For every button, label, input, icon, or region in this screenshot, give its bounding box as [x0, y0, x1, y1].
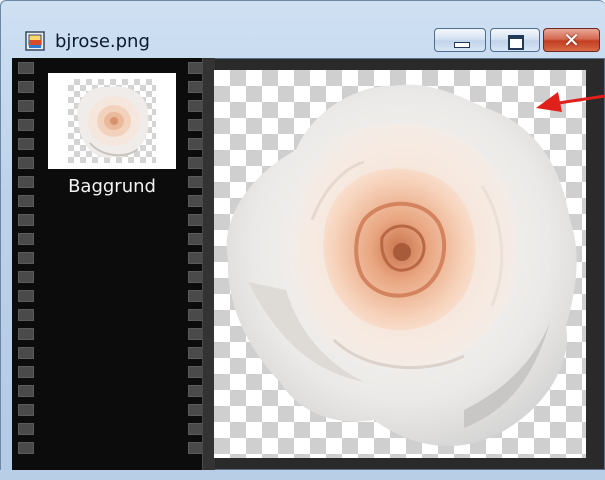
close-button[interactable]: ✕ [543, 28, 600, 52]
film-perforation [18, 138, 34, 150]
image-file-icon [25, 31, 45, 51]
film-perforation [18, 100, 34, 112]
film-perforation [18, 176, 34, 188]
window-bottom-edge [0, 470, 605, 480]
film-perforation [18, 404, 34, 416]
maximize-icon [508, 35, 524, 50]
film-perforation [18, 309, 34, 321]
film-perforation [18, 195, 34, 207]
film-perforation [18, 81, 34, 93]
window-title: bjrose.png [55, 31, 150, 52]
maximize-button[interactable] [490, 28, 540, 52]
title-bar[interactable]: bjrose.png ✕ [1, 1, 605, 57]
rose-thumbnail-icon [77, 86, 149, 158]
film-perforation [18, 442, 34, 454]
filmstrip-perforations-left [18, 62, 36, 466]
film-perforation [18, 214, 34, 226]
red-arrow-icon [536, 92, 605, 112]
film-perforation [18, 233, 34, 245]
rose-image [226, 84, 577, 447]
film-perforation [18, 271, 34, 283]
film-perforation [18, 385, 34, 397]
film-perforation [18, 366, 34, 378]
image-canvas[interactable] [214, 70, 586, 458]
layer-thumbnail[interactable] [48, 73, 176, 169]
film-perforation [18, 347, 34, 359]
close-icon: ✕ [563, 28, 580, 52]
film-perforation [18, 328, 34, 340]
film-perforation [18, 157, 34, 169]
film-perforation [18, 252, 34, 264]
film-perforation [18, 119, 34, 131]
thumbnail-transparency-grid [68, 79, 156, 163]
film-perforation [18, 290, 34, 302]
film-perforation [18, 423, 34, 435]
minimize-button[interactable] [434, 28, 486, 52]
minimize-icon [454, 42, 470, 48]
layer-name-label[interactable]: Baggrund [48, 176, 176, 197]
film-perforation [18, 62, 34, 74]
